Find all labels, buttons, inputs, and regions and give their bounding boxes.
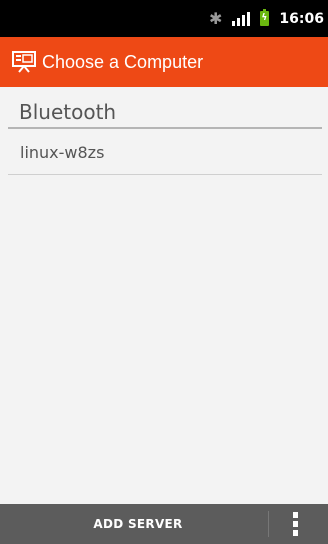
battery-charging-icon: ϟ [260,9,270,26]
action-bar: Choose a Computer [0,37,328,87]
bluetooth-icon: ✱ [209,8,223,28]
presentation-screen-icon [12,51,36,73]
page-title: Choose a Computer [42,51,204,72]
section-header-bluetooth: Bluetooth [8,99,322,129]
bottom-bar: ADD SERVER [0,504,328,544]
status-bar: ✱ ϟ 16:06 [0,0,328,37]
signal-icon [232,11,251,26]
list-item-computer[interactable]: linux-w8zs [8,131,322,175]
add-server-button[interactable]: ADD SERVER [0,504,276,544]
status-time: 16:06 [279,10,324,27]
overflow-menu-icon[interactable] [269,504,321,544]
